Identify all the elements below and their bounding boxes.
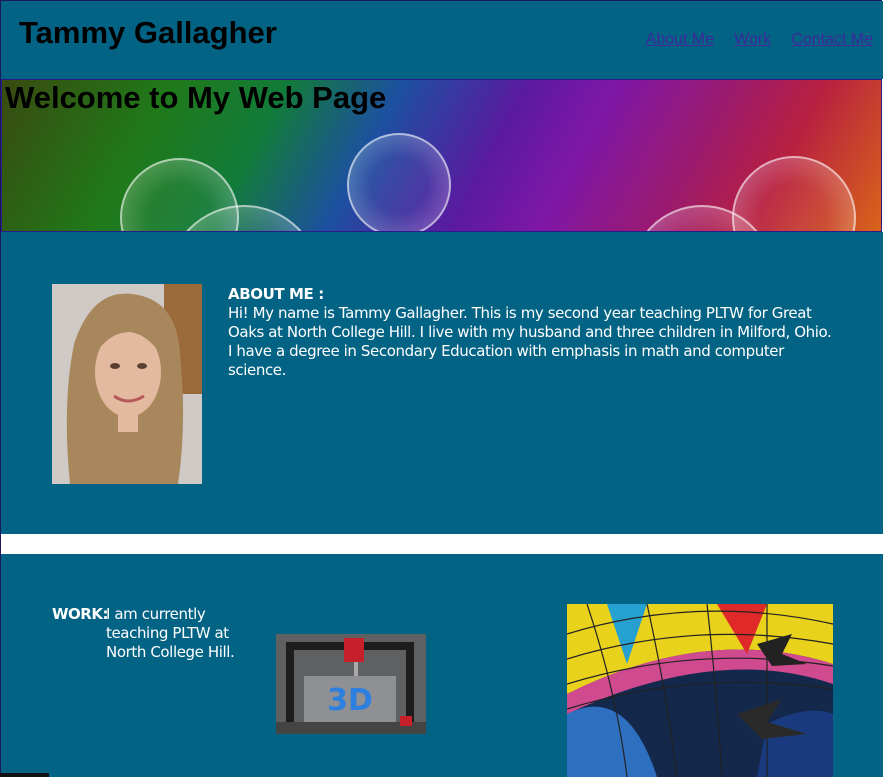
window-edge: [0, 773, 49, 777]
welcome-heading: Welcome to My Web Page: [5, 80, 387, 115]
nav-contact-me[interactable]: Contact Me: [791, 31, 873, 49]
3d-printer-image: 3D: [276, 634, 426, 734]
svg-text:3D: 3D: [327, 683, 373, 718]
work-text: I am currently teaching PLTW at North Co…: [106, 605, 235, 661]
work-label: WORK:: [52, 605, 108, 623]
site-header: Tammy Gallagher About Me Work Contact Me: [1, 1, 883, 79]
work-section: WORK: I am currently teaching PLTW at No…: [1, 554, 883, 777]
section-divider: [1, 534, 883, 554]
profile-photo: [52, 284, 202, 484]
about-body: Hi! My name is Tammy Gallagher. This is …: [228, 304, 832, 379]
banner-bubble: [347, 133, 451, 231]
profile-photo-image: [52, 284, 202, 484]
hero-banner: Welcome to My Web Page: [1, 79, 882, 232]
about-title: ABOUT ME :: [228, 285, 324, 303]
about-section: ABOUT ME : Hi! My name is Tammy Gallaghe…: [1, 232, 883, 534]
banner-bubble: [732, 156, 856, 231]
about-text: ABOUT ME : Hi! My name is Tammy Gallaghe…: [228, 285, 838, 380]
nav-about-me[interactable]: About Me: [646, 31, 714, 49]
main-nav: About Me Work Contact Me: [646, 31, 873, 49]
site-title: Tammy Gallagher: [19, 15, 277, 50]
glass-ceiling-image: [567, 604, 833, 777]
nav-work[interactable]: Work: [734, 31, 771, 49]
